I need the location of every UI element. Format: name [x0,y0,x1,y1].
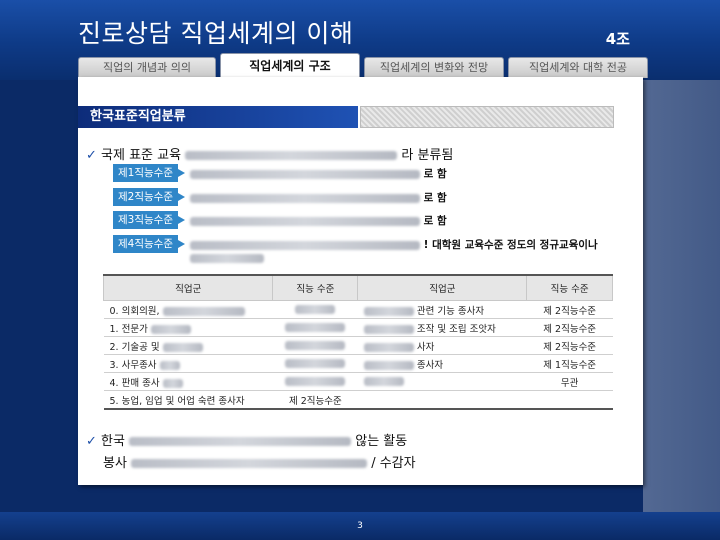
level-4-badge: 제4직능수준 [113,235,185,253]
redacted-text [190,216,420,226]
table-cell: 제 2직능수준 [272,390,358,410]
table-row: 1. 전문가 조작 및 조립 조앗자 제 2직능수준 [103,318,613,337]
redacted-text [295,305,336,314]
team-label: 4조 [605,30,630,48]
table-cell: 조작 및 조립 조앗자 [357,318,527,337]
bullet-classification: ✓ 국제 표준 교육 라 분류됨 [86,144,453,163]
table-cell [272,300,358,319]
table-cell [357,390,527,410]
table-cell [272,318,358,337]
redacted-text [150,324,191,334]
table-cell [272,354,358,373]
redacted-text [131,459,368,468]
bullet-excluded-line2-prefix: 봉사 [103,456,127,471]
table-cell: 무관 [526,372,613,391]
table-cell: 4. 판매 종사 [103,372,273,391]
redacted-text [285,377,346,386]
page-number: 3 [357,521,363,531]
table-cell: 0. 의회의원, [103,300,273,319]
table-cell [272,336,358,355]
checkmark-icon: ✓ [86,148,97,163]
section-hatch-bar [360,106,614,128]
redacted-text [363,342,414,352]
table-row: 4. 판매 종사 무관 [103,372,613,391]
table-cell: 종사자 [357,354,527,373]
table-cell: 제 2직능수준 [526,336,613,355]
column-header: 직능 수준 [272,274,359,301]
bullet-excluded-line2-suffix: / 수감자 [371,456,416,471]
redacted-text [285,323,346,332]
bullet-excluded-suffix: 않는 활동 [355,434,408,449]
table-cell: 5. 농업, 임업 및 어업 숙련 종사자 [103,390,273,410]
table-header-row: 직업군 직능 수준 직업군 직능 수준 [102,274,613,301]
table-row: 3. 사무종사 종사자 제 1직능수준 [103,354,613,373]
table-cell: 2. 기술공 및 [103,336,273,355]
column-header: 직업군 [357,274,528,301]
table-cell: 관련 기능 종사자 [357,300,527,319]
redacted-text [190,240,420,250]
section-title: 한국표준직업분류 [78,106,358,128]
redacted-text [190,169,420,179]
tab-bar: 직업의 개념과 의의 직업세계의 구조 직업세계의 변화와 전망 직업세계와 대… [78,53,648,78]
level-3-badge: 제3직능수준 [113,211,185,229]
redacted-text [162,306,245,316]
redacted-text [363,324,414,334]
table-cell: 사자 [357,336,527,355]
level-4-text-line2 [190,252,264,264]
checkmark-icon: ✓ [86,434,97,449]
side-decoration [643,80,720,512]
table-cell [272,372,358,391]
redacted-text [162,378,183,388]
redacted-text [190,193,420,203]
bullet-excluded-prefix: 한국 [101,434,125,449]
tab-job-change[interactable]: 직업세계의 변화와 전망 [364,57,504,78]
level-4-text: ! 대학원 교육수준 정도의 정규교육이나 [190,237,598,252]
level-1-text: 로 함 [190,166,447,181]
level-3-suffix: 로 함 [423,215,447,227]
table-cell [357,372,527,391]
redacted-text [285,359,346,368]
level-2-text: 로 함 [190,190,447,205]
tab-job-concept[interactable]: 직업의 개념과 의의 [78,57,216,78]
redacted-text [363,360,414,370]
table-row: 2. 기술공 및 사자 제 2직능수준 [103,336,613,355]
bullet-classification-prefix: 국제 표준 교육 [101,148,182,163]
redacted-text [363,306,414,316]
tab-job-major[interactable]: 직업세계와 대학 전공 [508,57,648,78]
level-3-text: 로 함 [190,213,447,228]
redacted-text [185,151,398,160]
table-cell: 1. 전문가 [103,318,273,337]
level-2-badge: 제2직능수준 [113,188,185,206]
tab-job-structure[interactable]: 직업세계의 구조 [220,53,360,78]
redacted-text [190,253,264,263]
table-cell: 제 1직능수준 [526,354,613,373]
bullet-excluded-line2: 봉사 / 수감자 [103,452,416,471]
table-cell: 제 2직능수준 [526,300,613,319]
column-header: 직업군 [102,274,274,301]
table-cell: 3. 사무종사 [103,354,273,373]
level-1-badge: 제1직능수준 [113,164,185,182]
level-4-suffix: ! 대학원 교육수준 정도의 정규교육이나 [423,239,598,251]
column-header: 직능 수준 [526,274,613,301]
bullet-classification-suffix: 라 분류됨 [401,148,454,163]
redacted-text [129,437,352,446]
table-cell [526,390,613,410]
page-title: 진로상담 직업세계의 이해 [78,19,354,48]
bullet-excluded-activities: ✓ 한국 않는 활동 [86,430,407,449]
redacted-text [159,360,180,370]
table-row: 5. 농업, 임업 및 어업 숙련 종사자 제 2직능수준 [103,390,613,410]
table-cell: 제 2직능수준 [526,318,613,337]
level-2-suffix: 로 함 [423,192,447,204]
table-row: 0. 의회의원, 관련 기능 종사자 제 2직능수준 [103,300,613,319]
redacted-text [363,377,404,386]
level-1-suffix: 로 함 [423,168,447,180]
redacted-text [162,342,203,352]
occupation-table: 직업군 직능 수준 직업군 직능 수준 0. 의회의원, 관련 기능 종사자 제… [102,274,613,410]
redacted-text [285,341,346,350]
